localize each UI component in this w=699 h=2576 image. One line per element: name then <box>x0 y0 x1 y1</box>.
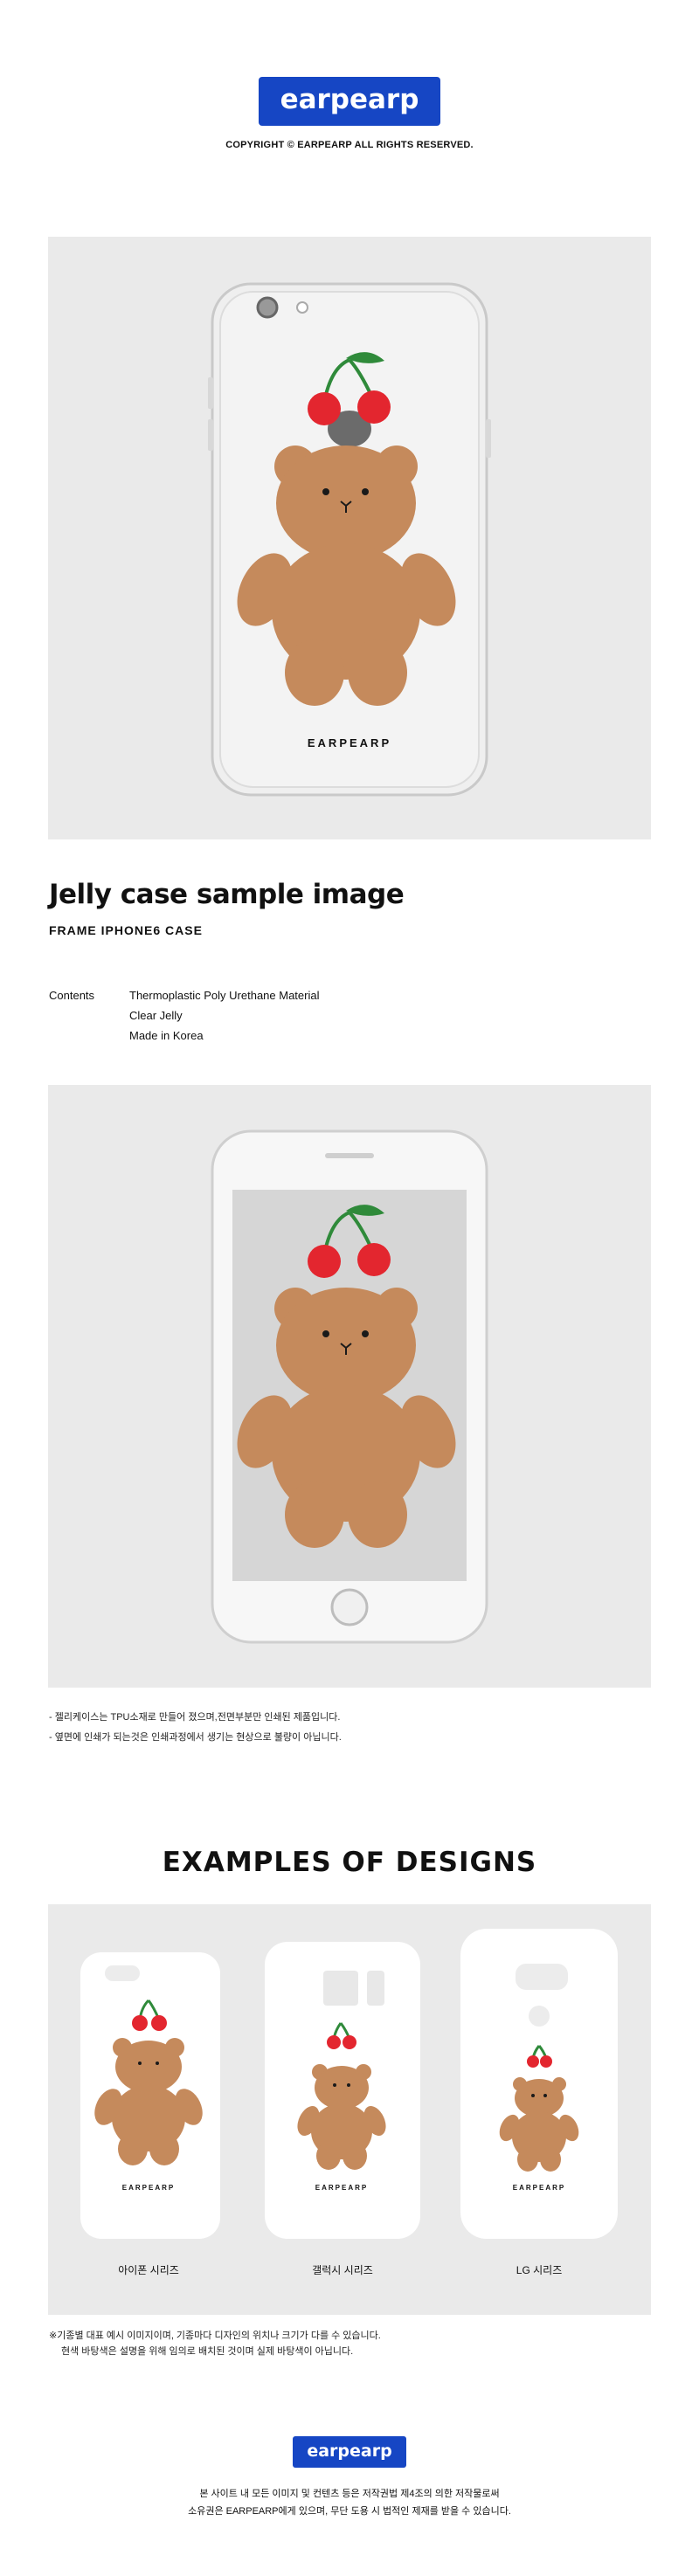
footer-logo: earpearp <box>293 2436 406 2468</box>
examples-illustration <box>80 1929 618 2239</box>
galaxy-case-brand: EARPEARP <box>315 2184 369 2192</box>
footer-line-1: 본 사이트 내 모든 이미지 및 컨텐츠 등은 저작권법 제4조의 의한 저작물… <box>199 2489 500 2499</box>
footer-line-2: 소유권은 EARPEARP에게 있으며, 무단 도용 시 법적인 제재를 받을 … <box>188 2506 511 2517</box>
footer-logo-text: earpearp <box>307 2441 392 2461</box>
caption-iphone: 아이폰 시리즈 <box>118 2264 179 2276</box>
examples-note-1: ※기종별 대표 예시 이미지이며, 기종마다 디자인의 위치나 크기가 다를 수… <box>49 2331 381 2341</box>
caption-galaxy: 갤럭시 시리즈 <box>312 2264 373 2276</box>
lg-case-brand: EARPEARP <box>512 2184 566 2192</box>
caption-lg: LG 시리즈 <box>516 2264 563 2276</box>
iphone-case-brand: EARPEARP <box>121 2184 176 2192</box>
examples-note-2: 현색 바탕색은 설명을 위해 임의로 배치된 것이며 실제 바탕색이 아닙니다. <box>61 2346 354 2357</box>
